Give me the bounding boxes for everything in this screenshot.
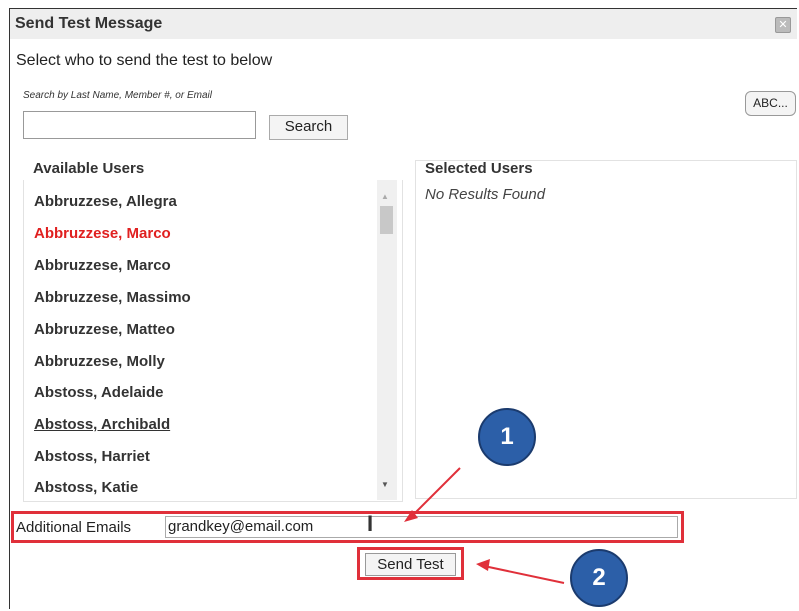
- callout-badge-1: 1: [478, 408, 536, 466]
- arrow-1: [409, 467, 461, 519]
- arrow-2-head: [476, 559, 490, 571]
- arrow-2: [483, 565, 565, 584]
- annotation-arrows: [404, 467, 565, 584]
- callout-badge-2: 2: [570, 549, 628, 607]
